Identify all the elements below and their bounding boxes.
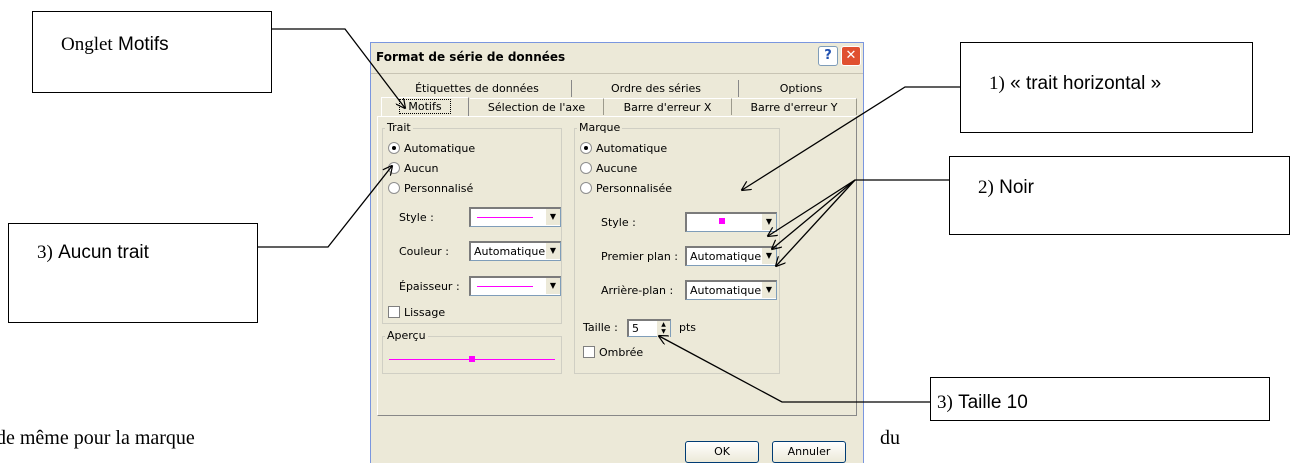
trait-couleur-label: Couleur : — [399, 245, 449, 258]
close-button[interactable]: ✕ — [841, 46, 861, 66]
radio-selected-icon — [580, 142, 592, 154]
tab-panel: Trait Automatique Aucun Personnalisé Sty… — [377, 116, 857, 416]
checkbox-icon — [388, 306, 400, 318]
cancel-button[interactable]: Annuler — [772, 441, 846, 463]
callout-prefix: 3) — [937, 392, 953, 413]
combo-value: Automatique — [690, 250, 762, 263]
callout-label: Aucun trait — [58, 242, 149, 263]
taille-unit: pts — [679, 321, 697, 334]
radio-label: Personnalisé — [404, 182, 474, 195]
trait-legend: Trait — [385, 121, 413, 134]
callout-label: « trait horizontal » — [1010, 73, 1162, 94]
tab-options[interactable]: Options — [746, 80, 856, 97]
callout-taille-10: 3) Taille 10 — [930, 377, 1270, 421]
marque-style-label: Style : — [601, 216, 636, 229]
callout-prefix: 1) — [989, 73, 1005, 94]
preview-marker — [469, 356, 475, 362]
marque-group: Marque Automatique Aucune Personnalisée … — [574, 121, 780, 374]
dialog-title: Format de série de données — [376, 50, 566, 64]
radio-label: Aucune — [596, 162, 638, 175]
radio-label: Personnalisée — [596, 182, 673, 195]
tab-barre-erreur-y[interactable]: Barre d'erreur Y — [732, 98, 857, 115]
callout-aucun-trait: 3) Aucun trait — [8, 223, 258, 323]
chevron-down-icon[interactable]: ▼ — [761, 282, 776, 298]
radio-icon — [388, 182, 400, 194]
document-text-left: de même pour la marque — [0, 427, 195, 449]
chevron-down-icon[interactable]: ▼ — [545, 243, 560, 259]
line-weight-sample — [477, 286, 533, 287]
marque-radio-automatique[interactable]: Automatique — [580, 142, 667, 155]
help-button[interactable]: ? — [818, 46, 838, 66]
format-series-dialog: Format de série de données ? ✕ Étiquette… — [370, 42, 864, 463]
spinner-value: 5 — [632, 322, 639, 335]
apercu-legend: Aperçu — [385, 329, 428, 342]
trait-style-label: Style : — [399, 211, 434, 224]
trait-epaisseur-label: Épaisseur : — [399, 280, 460, 293]
dialog-titlebar[interactable]: Format de série de données ? ✕ — [371, 43, 863, 74]
arriere-plan-combo[interactable]: Automatique ▼ — [685, 280, 777, 300]
callout-prefix: Onglet — [61, 34, 113, 55]
callout-label: Motifs — [118, 34, 169, 55]
callout-label: Taille 10 — [958, 392, 1028, 413]
document-text-right: du — [880, 427, 900, 449]
apercu-group: Aperçu — [382, 329, 562, 374]
taille-spinner[interactable]: 5 ▲ ▼ — [627, 319, 671, 337]
marque-legend: Marque — [577, 121, 623, 134]
radio-selected-icon — [388, 142, 400, 154]
tab-barre-erreur-x[interactable]: Barre d'erreur X — [604, 98, 732, 115]
radio-label: Automatique — [404, 142, 476, 155]
page: de même pour la marque du Onglet Motifs … — [0, 0, 1314, 463]
marque-style-combo[interactable]: ▼ — [685, 212, 777, 232]
ok-button[interactable]: OK — [685, 441, 759, 463]
callout-label: Noir — [999, 177, 1034, 198]
radio-label: Aucun — [404, 162, 439, 175]
line-style-sample — [477, 217, 533, 218]
tab-ordre-series[interactable]: Ordre des séries — [577, 80, 735, 97]
premier-plan-label: Premier plan : — [601, 250, 678, 263]
ombree-checkbox[interactable]: Ombrée — [583, 346, 643, 359]
checkbox-label: Ombrée — [599, 346, 644, 359]
radio-label: Automatique — [596, 142, 668, 155]
trait-style-combo[interactable]: ▼ — [469, 207, 561, 227]
callout-prefix: 3) — [37, 242, 53, 263]
trait-couleur-combo[interactable]: Automatique ▼ — [469, 241, 561, 261]
checkbox-label: Lissage — [404, 306, 446, 319]
combo-value: Automatique — [690, 284, 762, 297]
radio-icon — [580, 182, 592, 194]
spinner-arrows-icon[interactable]: ▲ ▼ — [657, 321, 670, 337]
radio-icon — [388, 162, 400, 174]
trait-radio-automatique[interactable]: Automatique — [388, 142, 475, 155]
radio-icon — [580, 162, 592, 174]
callout-prefix: 2) — [978, 177, 994, 198]
chevron-down-icon[interactable]: ▼ — [545, 278, 560, 294]
tab-motifs-label: Motifs — [399, 99, 451, 114]
trait-radio-aucun[interactable]: Aucun — [388, 162, 439, 175]
combo-value: Automatique — [474, 245, 546, 258]
callout-trait-horizontal: 1) « trait horizontal » — [960, 42, 1253, 133]
lissage-checkbox[interactable]: Lissage — [388, 306, 445, 319]
callout-onglet-motifs: Onglet Motifs — [32, 11, 272, 93]
tab-selection-axe[interactable]: Sélection de l'axe — [470, 98, 604, 115]
tab-motifs[interactable]: Motifs — [381, 97, 469, 117]
trait-radio-personnalise[interactable]: Personnalisé — [388, 182, 473, 195]
tab-etiquettes[interactable]: Étiquettes de données — [389, 80, 565, 97]
chevron-down-icon[interactable]: ▼ — [545, 209, 560, 225]
tab-separator — [738, 80, 739, 97]
arriere-plan-label: Arrière-plan : — [601, 284, 674, 297]
trait-epaisseur-combo[interactable]: ▼ — [469, 276, 561, 296]
trait-group: Trait Automatique Aucun Personnalisé Sty… — [382, 121, 562, 324]
marque-radio-aucune[interactable]: Aucune — [580, 162, 637, 175]
marker-style-sample — [719, 218, 725, 224]
chevron-down-icon[interactable]: ▼ — [761, 248, 776, 264]
tab-separator — [571, 80, 572, 97]
premier-plan-combo[interactable]: Automatique ▼ — [685, 246, 777, 266]
checkbox-icon — [583, 346, 595, 358]
taille-label: Taille : — [583, 321, 618, 334]
chevron-down-icon[interactable]: ▼ — [761, 214, 776, 230]
marque-radio-personnalisee[interactable]: Personnalisée — [580, 182, 672, 195]
callout-noir: 2) Noir — [949, 156, 1290, 235]
